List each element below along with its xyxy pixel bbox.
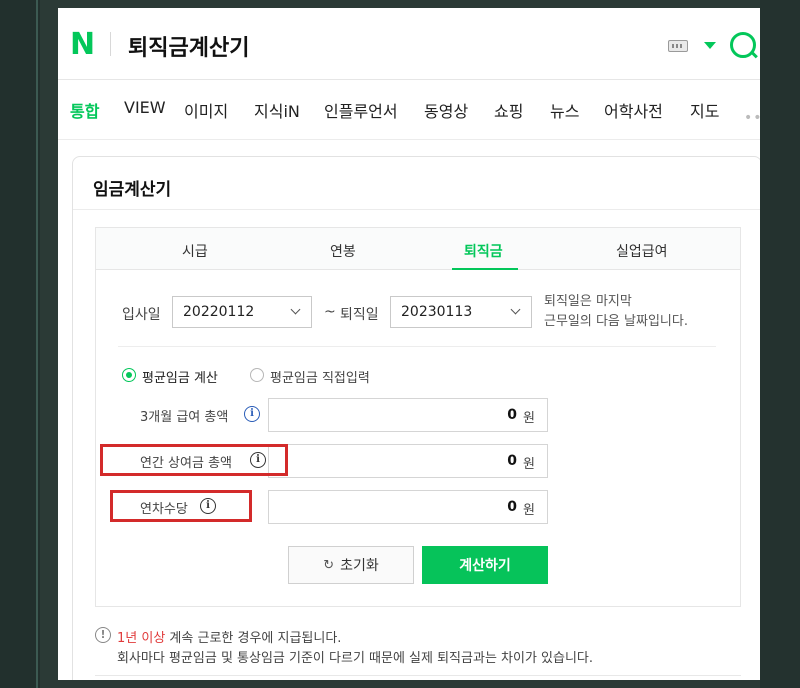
footer-note-line2: 회사마다 평균임금 및 통상임금 기준이 다르기 때문에 실제 퇴직금과는 차이… bbox=[117, 651, 594, 666]
annotation-box-leave-pay bbox=[110, 490, 252, 522]
calculate-button-label: 계산하기 bbox=[459, 558, 511, 574]
field-label-3month-total: 3개월 급여 총액 bbox=[140, 410, 229, 425]
note-line-2: 근무일의 다음 날짜입니다. bbox=[544, 314, 688, 329]
search-query-text[interactable]: 퇴직금계산기 bbox=[128, 30, 249, 62]
info-icon[interactable]: i bbox=[244, 406, 260, 422]
start-date-label: 입사일 bbox=[122, 307, 161, 323]
tab-knowledge-in[interactable]: 지식iN bbox=[254, 98, 300, 122]
radio-label-calc: 평균임금 계산 bbox=[142, 371, 218, 386]
footer-line1-rest: 계속 근로한 경우에 지급됩니다. bbox=[165, 631, 342, 646]
tab-view[interactable]: VIEW bbox=[124, 98, 166, 117]
card-divider bbox=[73, 209, 760, 210]
field-value: 0 bbox=[507, 499, 517, 515]
note-line-1: 퇴직일은 마지막 bbox=[544, 294, 632, 309]
tab-unemployment[interactable]: 실업급여 bbox=[616, 241, 668, 261]
annotation-box-bonus bbox=[100, 444, 288, 476]
section-divider bbox=[118, 346, 716, 347]
chevron-down-icon bbox=[290, 304, 301, 315]
wage-calculator-card: 임금계산기 시급 연봉 퇴직금 실업급여 입사일 20220112 ~ 퇴직일 … bbox=[72, 156, 760, 680]
radio-label-direct: 평균임금 직접입력 bbox=[270, 371, 370, 386]
calculate-button[interactable]: 계산하기 bbox=[422, 546, 548, 584]
input-3month-total[interactable]: 0 원 bbox=[268, 398, 548, 432]
radio-average-wage-calc[interactable] bbox=[122, 368, 136, 382]
field-value: 0 bbox=[507, 407, 517, 423]
tab-hourly[interactable]: 시급 bbox=[182, 241, 208, 261]
tab-dictionary[interactable]: 어학사전 bbox=[604, 98, 663, 122]
search-results-page: N 퇴직금계산기 통합 VIEW 이미지 지식iN 인플루언서 동영상 쇼핑 뉴… bbox=[58, 8, 760, 680]
tab-video[interactable]: 동영상 bbox=[424, 98, 468, 122]
input-annual-leave-pay[interactable]: 0 원 bbox=[268, 490, 548, 524]
tab-shopping[interactable]: 쇼핑 bbox=[494, 98, 523, 122]
search-header: N 퇴직금계산기 bbox=[58, 8, 760, 80]
dropdown-arrow-icon[interactable] bbox=[704, 42, 716, 49]
end-date-note: 퇴직일은 마지막 근무일의 다음 날짜입니다. bbox=[544, 292, 688, 332]
field-unit: 원 bbox=[523, 503, 535, 518]
naver-logo[interactable]: N bbox=[70, 30, 96, 60]
tab-influencer[interactable]: 인플루언서 bbox=[324, 98, 398, 122]
keyboard-icon[interactable] bbox=[668, 40, 688, 52]
tab-news[interactable]: 뉴스 bbox=[550, 98, 579, 122]
calculator-panel: 시급 연봉 퇴직금 실업급여 입사일 20220112 ~ 퇴직일 202301… bbox=[95, 227, 741, 607]
tab-annual-salary[interactable]: 연봉 bbox=[330, 241, 356, 261]
search-category-tabs: 통합 VIEW 이미지 지식iN 인플루언서 동영상 쇼핑 뉴스 어학사전 지도… bbox=[58, 80, 760, 140]
left-window-edge bbox=[0, 0, 40, 688]
card-title: 임금계산기 bbox=[93, 180, 172, 200]
end-date-value: 20230113 bbox=[401, 304, 473, 320]
tab-all[interactable]: 통합 bbox=[70, 98, 99, 122]
field-unit: 원 bbox=[523, 457, 535, 472]
end-date-label: 퇴직일 bbox=[340, 307, 379, 323]
header-divider bbox=[110, 32, 111, 56]
active-tab-indicator bbox=[452, 268, 518, 270]
reset-button[interactable]: ↻ 초기화 bbox=[288, 546, 414, 584]
date-range-tilde: ~ bbox=[324, 304, 336, 320]
tab-images[interactable]: 이미지 bbox=[184, 98, 228, 122]
tab-severance[interactable]: 퇴직금 bbox=[464, 241, 503, 261]
end-date-select[interactable]: 20230113 bbox=[390, 296, 532, 328]
warning-icon: ! bbox=[95, 627, 111, 643]
input-annual-bonus[interactable]: 0 원 bbox=[268, 444, 548, 478]
bottom-divider bbox=[95, 675, 741, 676]
tab-map[interactable]: 지도 bbox=[690, 98, 719, 122]
footer-note-line1: 1년 이상 계속 근로한 경우에 지급됩니다. bbox=[117, 627, 341, 646]
start-date-value: 20220112 bbox=[183, 304, 255, 320]
reset-button-label: 초기화 bbox=[340, 558, 379, 574]
calculator-tabs: 시급 연봉 퇴직금 실업급여 bbox=[96, 228, 740, 270]
right-window-edge bbox=[760, 0, 800, 688]
field-value: 0 bbox=[507, 453, 517, 469]
radio-average-wage-direct[interactable] bbox=[250, 368, 264, 382]
more-tabs-icon[interactable]: •• bbox=[744, 110, 760, 126]
chevron-down-icon bbox=[510, 304, 521, 315]
field-unit: 원 bbox=[523, 411, 535, 426]
refresh-icon: ↻ bbox=[323, 557, 335, 573]
footer-highlight: 1년 이상 bbox=[117, 631, 166, 646]
start-date-select[interactable]: 20220112 bbox=[172, 296, 312, 328]
search-icon[interactable] bbox=[730, 32, 756, 58]
